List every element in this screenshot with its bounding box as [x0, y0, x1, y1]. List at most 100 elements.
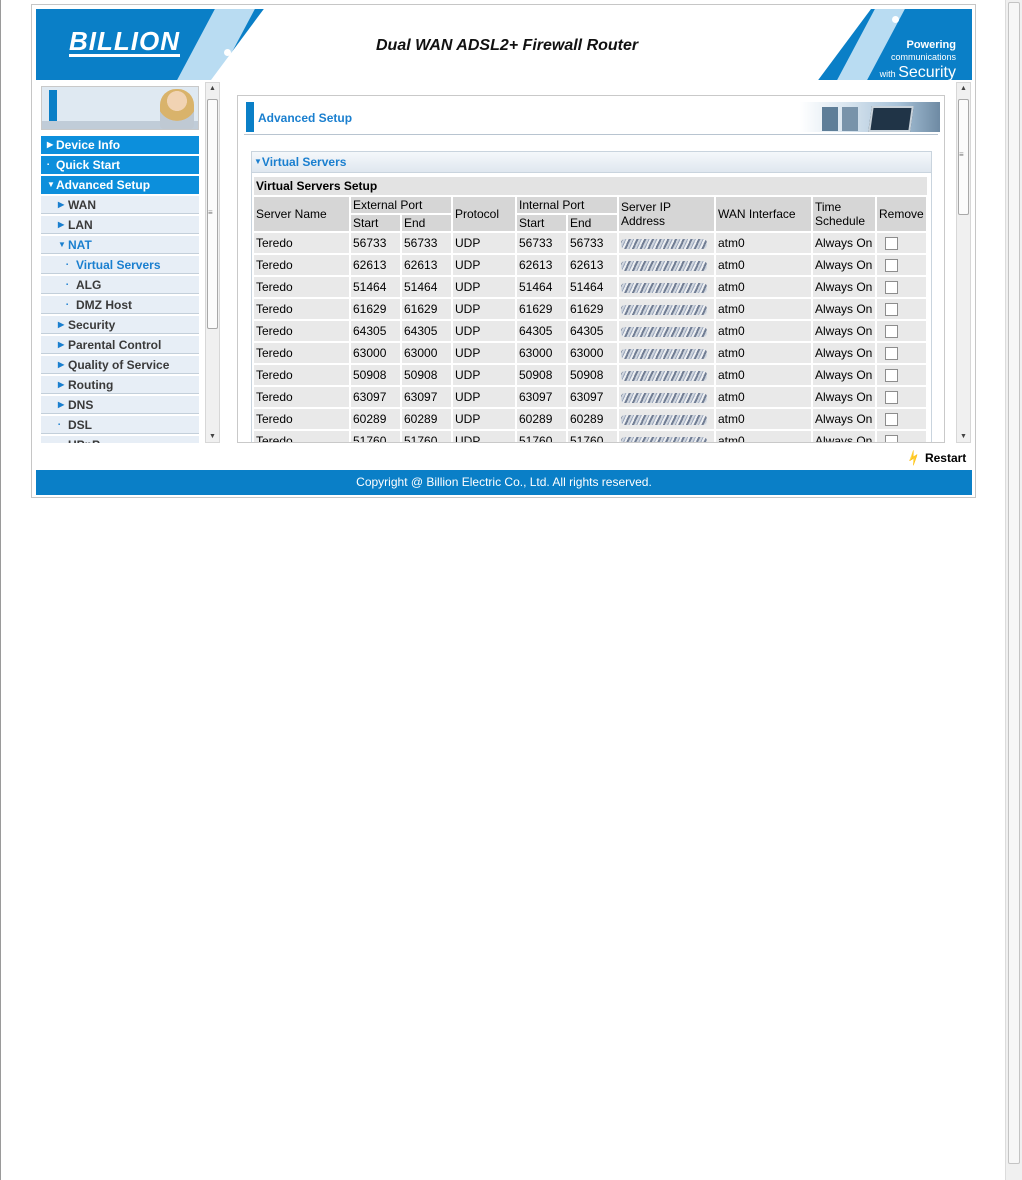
sidebar-item-device-info[interactable]: ▶ Device Info [41, 136, 199, 154]
browser-scroll-thumb[interactable] [1008, 2, 1020, 1164]
cell-name: Teredo [254, 343, 349, 363]
setup-title: Virtual Servers Setup [254, 177, 927, 195]
cell-ext-start: 60289 [351, 409, 400, 429]
redacted-ip [621, 260, 707, 271]
scroll-down-arrow-icon[interactable]: ▼ [960, 433, 967, 440]
cell-name: Teredo [254, 431, 349, 442]
sidebar-item-nat[interactable]: ▼ NAT [41, 236, 199, 254]
cell-schedule: Always On [813, 387, 875, 407]
collapse-arrow-icon[interactable]: ▼ [254, 157, 262, 166]
cell-ext-start: 62613 [351, 255, 400, 275]
main-content: Advanced Setup ▼Virtual Servers Virtual … [237, 95, 945, 443]
remove-checkbox[interactable] [885, 303, 898, 317]
remove-checkbox[interactable] [885, 259, 898, 273]
cell-schedule: Always On [813, 365, 875, 385]
arrow-right-icon: ▶ [58, 200, 65, 209]
sidebar-item-virtual-servers[interactable]: ▪ Virtual Servers [41, 256, 199, 274]
sidebar-item-upnp[interactable]: ▪ UPnP [41, 436, 199, 443]
server-ip-cell [619, 343, 714, 363]
browser-scrollbar[interactable] [1005, 0, 1022, 1180]
cell-int-start: 64305 [517, 321, 566, 341]
remove-checkbox[interactable] [885, 435, 898, 442]
remove-cell [877, 321, 926, 341]
scroll-up-arrow-icon[interactable]: ▲ [209, 85, 216, 92]
sidebar-item-dsl[interactable]: ▪ DSL [41, 416, 199, 434]
cell-name: Teredo [254, 255, 349, 275]
remove-checkbox[interactable] [885, 413, 898, 427]
sidebar-item-label: ALG [76, 278, 102, 292]
cell-int-end: 60289 [568, 409, 617, 429]
cell-ext-end: 63097 [402, 387, 451, 407]
panel-title: Virtual Servers [261, 155, 347, 169]
sidebar-item-parental-control[interactable]: ▶ Parental Control [41, 336, 199, 354]
col-internal-port: Internal Port [517, 197, 617, 213]
sidebar-item-advanced-setup[interactable]: ▼ Advanced Setup [41, 176, 199, 194]
scroll-up-arrow-icon[interactable]: ▲ [960, 85, 967, 92]
cell-wan: atm0 [716, 431, 811, 442]
tagline-with: with [879, 69, 896, 79]
sidebar-item-security[interactable]: ▶ Security [41, 316, 199, 334]
restart-button[interactable]: ⚡ Restart [903, 448, 967, 468]
remove-checkbox[interactable] [885, 391, 898, 405]
cell-int-end: 51760 [568, 431, 617, 442]
cell-protocol: UDP [453, 409, 515, 429]
sidebar-item-lan[interactable]: ▶ LAN [41, 216, 199, 234]
cell-int-start: 60289 [517, 409, 566, 429]
arrow-right-icon: ▶ [58, 380, 65, 389]
sidebar-item-dns[interactable]: ▶ DNS [41, 396, 199, 414]
sidebar-item-label: Advanced Setup [56, 178, 151, 192]
cell-wan: atm0 [716, 233, 811, 253]
cell-wan: atm0 [716, 321, 811, 341]
remove-checkbox[interactable] [885, 281, 898, 295]
scroll-down-arrow-icon[interactable]: ▼ [209, 433, 216, 440]
server-ip-cell [619, 255, 714, 275]
cell-int-start: 63097 [517, 387, 566, 407]
bullet-icon: ▪ [66, 262, 69, 268]
sidebar-item-dmz-host[interactable]: ▪ DMZ Host [41, 296, 199, 314]
sidebar-item-routing[interactable]: ▶ Routing [41, 376, 199, 394]
cell-wan: atm0 [716, 277, 811, 297]
panel-title-bar[interactable]: ▼Virtual Servers [252, 152, 931, 173]
cell-schedule: Always On [813, 233, 875, 253]
bullet-icon: ▪ [58, 422, 61, 428]
cell-schedule: Always On [813, 255, 875, 275]
sidebar-item-quality-of-service[interactable]: ▶ Quality of Service [41, 356, 199, 374]
arrow-right-icon: ▶ [58, 340, 65, 349]
sidebar-item-quick-start[interactable]: ▪ Quick Start [41, 156, 199, 174]
cell-name: Teredo [254, 321, 349, 341]
scroll-grip-icon: ≡ [208, 208, 213, 217]
tagline-bold: Powering [906, 39, 956, 51]
cell-name: Teredo [254, 299, 349, 319]
remove-checkbox[interactable] [885, 369, 898, 383]
office-image [800, 102, 940, 132]
redacted-ip [621, 392, 707, 403]
restart-plug-icon: ⚡ [903, 448, 924, 468]
sidebar-item-label: Routing [68, 378, 114, 392]
server-ip-cell [619, 299, 714, 319]
office-window [822, 107, 838, 131]
server-ip-cell [619, 387, 714, 407]
remove-cell [877, 343, 926, 363]
bullet-icon: ▪ [66, 282, 69, 288]
cell-ext-end: 63000 [402, 343, 451, 363]
office-window [842, 107, 858, 131]
cell-int-end: 63097 [568, 387, 617, 407]
table-row: Teredo 63000 63000 UDP 63000 63000 atm0 Always … [254, 343, 926, 363]
remove-checkbox[interactable] [885, 237, 898, 251]
cell-int-end: 62613 [568, 255, 617, 275]
content-scrollbar[interactable]: ▲ ≡ ▼ [956, 82, 971, 443]
sidebar-item-wan[interactable]: ▶ WAN [41, 196, 199, 214]
sidebar-item-alg[interactable]: ▪ ALG [41, 276, 199, 294]
sidebar-scrollbar[interactable]: ▲ ≡ ▼ [205, 82, 220, 443]
remove-cell [877, 233, 926, 253]
remove-cell [877, 387, 926, 407]
virtual-servers-panel: ▼Virtual Servers Virtual Servers Setup S… [251, 151, 932, 442]
remove-checkbox[interactable] [885, 347, 898, 361]
redacted-ip [621, 414, 707, 425]
sidebar-item-label: WAN [68, 198, 96, 212]
remove-checkbox[interactable] [885, 325, 898, 339]
cell-ext-end: 62613 [402, 255, 451, 275]
cell-wan: atm0 [716, 409, 811, 429]
col-time-schedule: Time Schedule [813, 197, 875, 231]
cell-ext-start: 63000 [351, 343, 400, 363]
